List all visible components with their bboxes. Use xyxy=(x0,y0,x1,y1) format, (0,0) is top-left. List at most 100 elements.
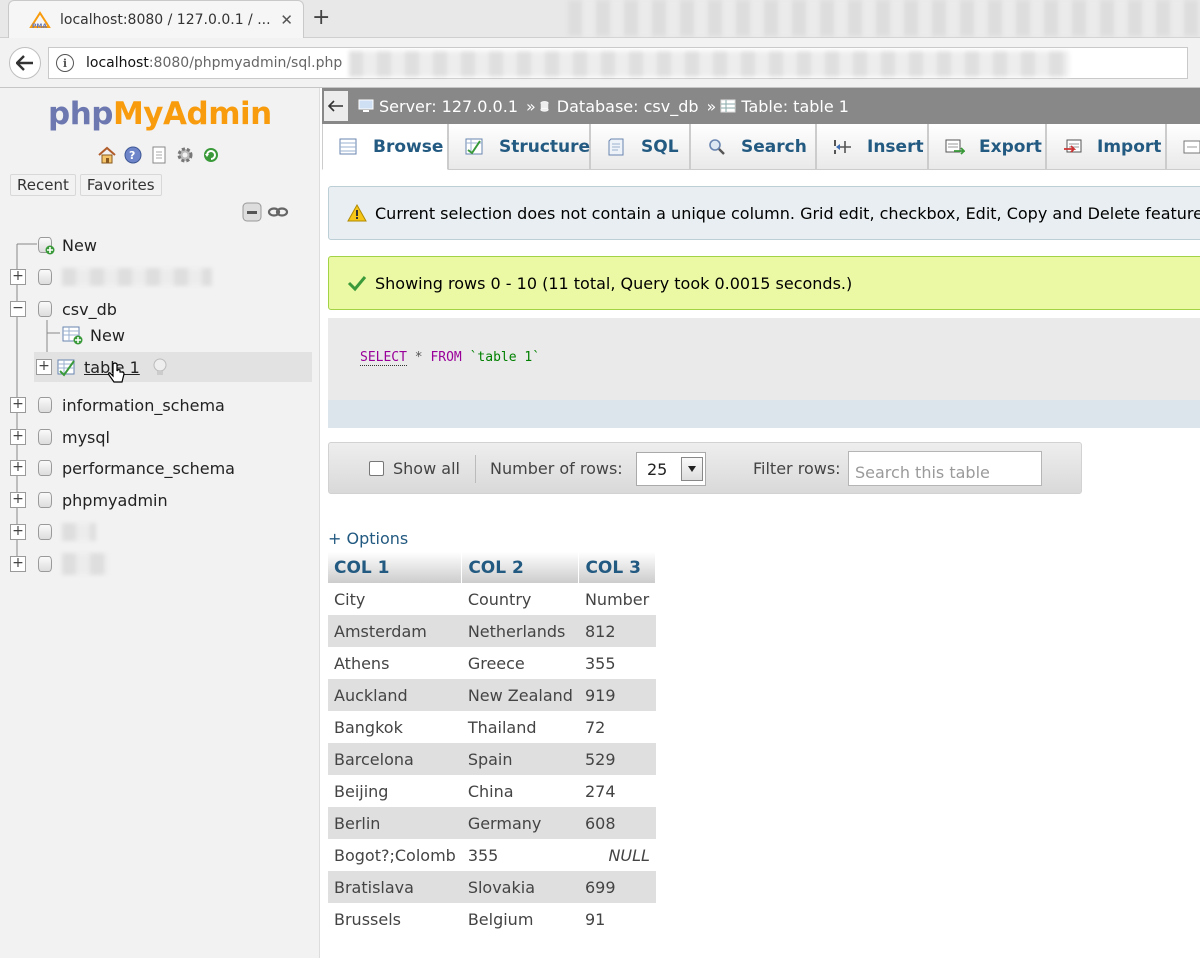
database-icon xyxy=(38,269,52,285)
tree-item-csv-db-new[interactable]: New xyxy=(0,320,318,350)
tab-insert-label: Insert xyxy=(867,136,924,157)
tree-item-mysql[interactable]: + mysql xyxy=(0,422,318,452)
tree-item-information-schema[interactable]: + information_schema xyxy=(0,390,318,420)
tree-item-table-1[interactable]: + table 1 xyxy=(34,352,312,383)
close-tab-icon[interactable]: ✕ xyxy=(280,11,293,29)
breadcrumb-database[interactable]: » Database: csv_db xyxy=(522,97,699,116)
table-cell: Bangkok xyxy=(328,711,462,743)
settings-icon[interactable] xyxy=(174,144,196,166)
filter-rows-input[interactable] xyxy=(848,451,1042,486)
home-icon[interactable] xyxy=(96,144,118,166)
tree-item-redacted-1[interactable]: + xyxy=(0,262,318,292)
tree-label-new[interactable]: New xyxy=(62,236,97,255)
table-cell: 812 xyxy=(578,615,656,647)
url-bar[interactable]: i localhost:8080/phpmyadmin/sql.php xyxy=(48,47,1188,79)
sql-query-code: SELECT * FROM `table 1` xyxy=(360,350,540,366)
new-tab-button[interactable]: + xyxy=(312,4,330,32)
sql-keyword-select[interactable]: SELECT xyxy=(360,350,407,366)
number-of-rows-select[interactable]: 25 xyxy=(636,452,706,486)
notice-text: Current selection does not contain a uni… xyxy=(375,203,1200,223)
tab-structure[interactable]: Structure xyxy=(448,124,590,170)
tab-recent[interactable]: Recent xyxy=(10,174,76,196)
info-icon[interactable]: i xyxy=(56,54,74,72)
table-row: Athens Greece 355 xyxy=(328,647,656,679)
tree-label-mysql[interactable]: mysql xyxy=(62,428,110,447)
svg-text:?: ? xyxy=(129,149,135,162)
expand-icon[interactable]: + xyxy=(36,359,52,375)
url-host: localhost xyxy=(86,55,149,71)
tree-label-information-schema[interactable]: information_schema xyxy=(62,396,225,415)
tab-sql[interactable]: SQL xyxy=(590,124,690,170)
back-button[interactable] xyxy=(9,47,41,79)
expand-icon[interactable]: + xyxy=(10,524,26,540)
options-link[interactable]: + Options xyxy=(328,529,408,548)
svg-text:PMA: PMA xyxy=(32,23,47,29)
docs-icon[interactable] xyxy=(148,144,170,166)
tab-more[interactable] xyxy=(1166,124,1200,170)
arrow-left-icon xyxy=(16,55,33,71)
phpmyadmin-logo[interactable]: phpMyAdmin xyxy=(48,96,272,132)
navigation-panel: phpMyAdmin ? Recent Favorites New + − cs… xyxy=(0,88,320,958)
expand-icon[interactable]: + xyxy=(10,556,26,572)
collapse-nav-button[interactable] xyxy=(324,91,348,121)
tab-insert[interactable]: Insert xyxy=(816,124,928,170)
table-cell: 919 xyxy=(578,679,656,711)
expand-icon[interactable]: + xyxy=(10,269,26,285)
redacted-db-name xyxy=(62,268,212,286)
table-cell: Berlin xyxy=(328,807,462,839)
tab-search[interactable]: Search xyxy=(690,124,816,170)
tree-item-performance-schema[interactable]: + performance_schema xyxy=(0,453,318,483)
reload-icon[interactable] xyxy=(200,144,222,166)
tab-import[interactable]: Import xyxy=(1046,124,1166,170)
show-all-checkbox[interactable] xyxy=(369,461,384,476)
tab-export[interactable]: Export xyxy=(928,124,1046,170)
import-icon xyxy=(1064,139,1082,153)
column-header[interactable]: COL 2 xyxy=(461,552,580,583)
collapse-all-icon[interactable] xyxy=(242,202,262,222)
table-cell: 91 xyxy=(578,903,656,935)
database-icon xyxy=(38,460,52,476)
tree-item-new[interactable]: New xyxy=(0,230,318,260)
tab-favorites[interactable]: Favorites xyxy=(79,174,162,196)
lightbulb-icon[interactable] xyxy=(152,357,168,377)
results-table: COL 1 COL 2 COL 3 City Country Number Am… xyxy=(328,552,657,935)
tab-browse[interactable]: Browse xyxy=(322,124,448,170)
tree-label-csv-db-new[interactable]: New xyxy=(90,326,125,345)
table-cell: Number xyxy=(578,583,656,615)
tab-sql-label: SQL xyxy=(641,136,679,157)
breadcrumb-table[interactable]: » Table: table 1 xyxy=(703,97,849,116)
table-cell: City xyxy=(328,583,462,615)
expand-icon[interactable]: + xyxy=(10,460,26,476)
database-icon xyxy=(38,524,52,540)
logout-icon[interactable]: ? xyxy=(122,144,144,166)
table-icon xyxy=(720,99,736,113)
tree-label-phpmyadmin[interactable]: phpmyadmin xyxy=(62,491,168,510)
collapse-icon[interactable]: − xyxy=(10,301,26,317)
table-cell: 699 xyxy=(578,871,656,903)
expand-icon[interactable]: + xyxy=(10,492,26,508)
expand-icon[interactable]: + xyxy=(10,429,26,445)
logo-my: My xyxy=(112,96,164,132)
tree-label-csv-db[interactable]: csv_db xyxy=(62,300,117,319)
browser-tab[interactable]: PMA localhost:8080 / 127.0.0.1 / ... ✕ xyxy=(8,0,304,38)
table-cell: 355 xyxy=(461,839,579,871)
table-row: Bangkok Thailand 72 xyxy=(328,711,656,743)
column-header[interactable]: COL 3 xyxy=(578,552,657,583)
tree-label-performance-schema[interactable]: performance_schema xyxy=(62,459,235,478)
table-cell: Belgium xyxy=(461,903,579,935)
expand-icon[interactable]: + xyxy=(10,397,26,413)
warning-icon xyxy=(347,204,367,222)
table-cell: Auckland xyxy=(328,679,462,711)
show-all-label[interactable]: Show all xyxy=(393,459,460,478)
check-icon xyxy=(347,276,367,292)
tree-item-redacted-3[interactable]: + xyxy=(0,549,318,579)
tab-search-label: Search xyxy=(741,136,807,157)
breadcrumb-server[interactable]: Server: 127.0.0.1 xyxy=(358,97,518,116)
column-header[interactable]: COL 1 xyxy=(328,552,463,583)
chevron-down-icon[interactable] xyxy=(681,457,703,481)
tree-item-redacted-2[interactable]: + xyxy=(0,517,318,547)
tab-structure-label: Structure xyxy=(499,136,591,157)
tree-item-phpmyadmin[interactable]: + phpmyadmin xyxy=(0,485,318,515)
table-row: Beijing China 274 xyxy=(328,775,656,807)
link-icon[interactable] xyxy=(267,202,289,222)
